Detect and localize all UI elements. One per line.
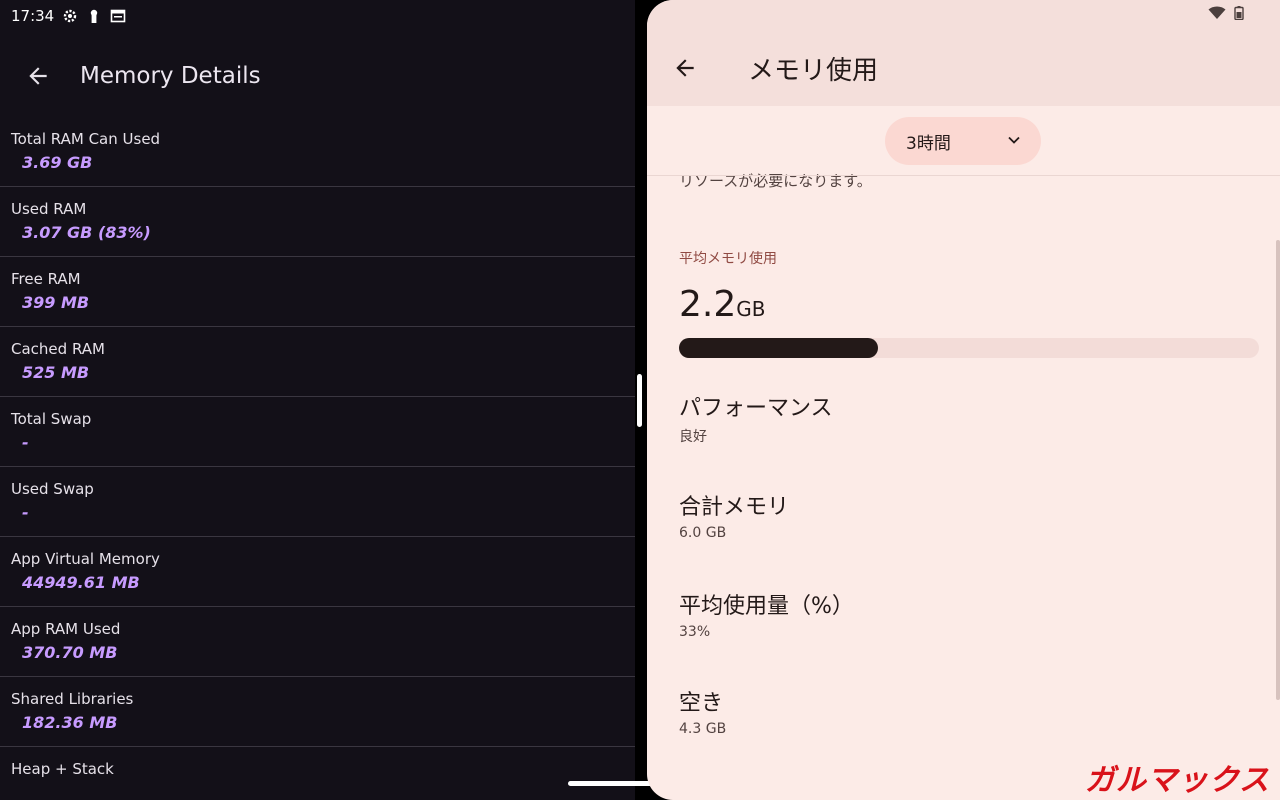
split-screen-divider-handle[interactable] [637, 374, 642, 427]
item-value: 3.69 GB [22, 153, 93, 172]
stat-title: 空き [679, 691, 724, 716]
list-item: App RAM Used 370.70 MB [0, 607, 635, 677]
item-label: Total Swap [11, 410, 92, 428]
status-bar: 17:34 [11, 6, 126, 26]
list-item: Cached RAM 525 MB [0, 327, 635, 397]
page-title: Memory Details [80, 63, 261, 89]
average-usage-number: 2.2 [679, 284, 737, 325]
memory-list: Total RAM Can Used 3.69 GB Used RAM 3.07… [0, 117, 635, 800]
item-value: 44949.61 MB [22, 573, 140, 592]
watermark-logo: ガルマックス [1084, 763, 1270, 798]
scrollbar[interactable] [1276, 240, 1280, 700]
stat-value: 33% [679, 624, 711, 640]
list-item: Used RAM 3.07 GB (83%) [0, 187, 635, 257]
app-bar: Memory Details [0, 52, 635, 100]
status-time: 17:34 [11, 7, 55, 25]
item-value: 399 MB [22, 293, 90, 312]
average-usage-value: 2.2GB [679, 284, 765, 325]
stat-title: パフォーマンス [679, 396, 833, 421]
battery-icon [1234, 6, 1244, 20]
list-item: Shared Libraries 182.36 MB [0, 677, 635, 747]
item-value: 370.70 MB [22, 643, 118, 662]
item-label: Heap + Stack [11, 760, 114, 778]
list-item: Heap + Stack [0, 747, 635, 800]
list-item: Total RAM Can Used 3.69 GB [0, 117, 635, 187]
header-divider [647, 175, 1280, 176]
memory-usage-pane: メモリ使用 3時間 リソースが必要になります。 平均メモリ使用 2.2GB パフ… [647, 0, 1280, 800]
item-label: App RAM Used [11, 620, 121, 638]
wifi-icon [1208, 6, 1226, 19]
settings-gear-icon [62, 8, 78, 24]
item-value: - [22, 503, 29, 522]
item-label: Used Swap [11, 480, 94, 498]
usage-progress-fill [679, 338, 878, 358]
item-label: Used RAM [11, 200, 87, 218]
average-usage-percent-item[interactable]: 平均使用量（%） 33% [679, 588, 854, 640]
time-range-dropdown[interactable]: 3時間 [885, 117, 1041, 165]
status-icons [1208, 6, 1244, 20]
list-item: Used Swap - [0, 467, 635, 537]
item-label: Free RAM [11, 270, 81, 288]
item-value: 182.36 MB [22, 713, 118, 732]
item-label: Shared Libraries [11, 690, 134, 708]
item-label: Total RAM Can Used [11, 130, 161, 148]
back-button[interactable] [22, 60, 54, 92]
list-item: Total Swap - [0, 397, 635, 467]
chevron-down-icon [1008, 136, 1020, 144]
window-icon [110, 8, 126, 24]
dropdown-selected-value: 3時間 [906, 133, 951, 154]
average-usage-label: 平均メモリ使用 [679, 251, 777, 267]
arrow-back-icon [676, 59, 694, 77]
keyhole-icon [86, 8, 102, 24]
item-value: 525 MB [22, 363, 90, 382]
average-usage-unit: GB [736, 297, 766, 321]
description-text: リソースが必要になります。 [679, 172, 872, 190]
item-value: 3.07 GB (83%) [22, 223, 151, 242]
item-label: App Virtual Memory [11, 550, 160, 568]
free-memory-item[interactable]: 空き 4.3 GB [679, 685, 726, 737]
item-label: Cached RAM [11, 340, 105, 358]
back-button[interactable] [669, 52, 701, 84]
list-item: Free RAM 399 MB [0, 257, 635, 327]
stat-value: 良好 [679, 429, 707, 445]
page-title: メモリ使用 [748, 56, 879, 86]
stat-value: 4.3 GB [679, 721, 727, 737]
arrow-back-icon [29, 67, 47, 85]
app-bar: メモリ使用 [647, 0, 1280, 106]
performance-item[interactable]: パフォーマンス 良好 [679, 390, 833, 446]
stat-title: 平均使用量（%） [679, 594, 854, 619]
list-item: App Virtual Memory 44949.61 MB [0, 537, 635, 607]
stat-title: 合計メモリ [679, 495, 790, 520]
total-memory-item[interactable]: 合計メモリ 6.0 GB [679, 489, 789, 541]
memory-details-pane: 17:34 Memory Details Total RAM Can Used … [0, 0, 635, 800]
usage-progress-bar [679, 338, 1259, 358]
item-value: - [22, 433, 29, 452]
stat-value: 6.0 GB [679, 525, 727, 541]
